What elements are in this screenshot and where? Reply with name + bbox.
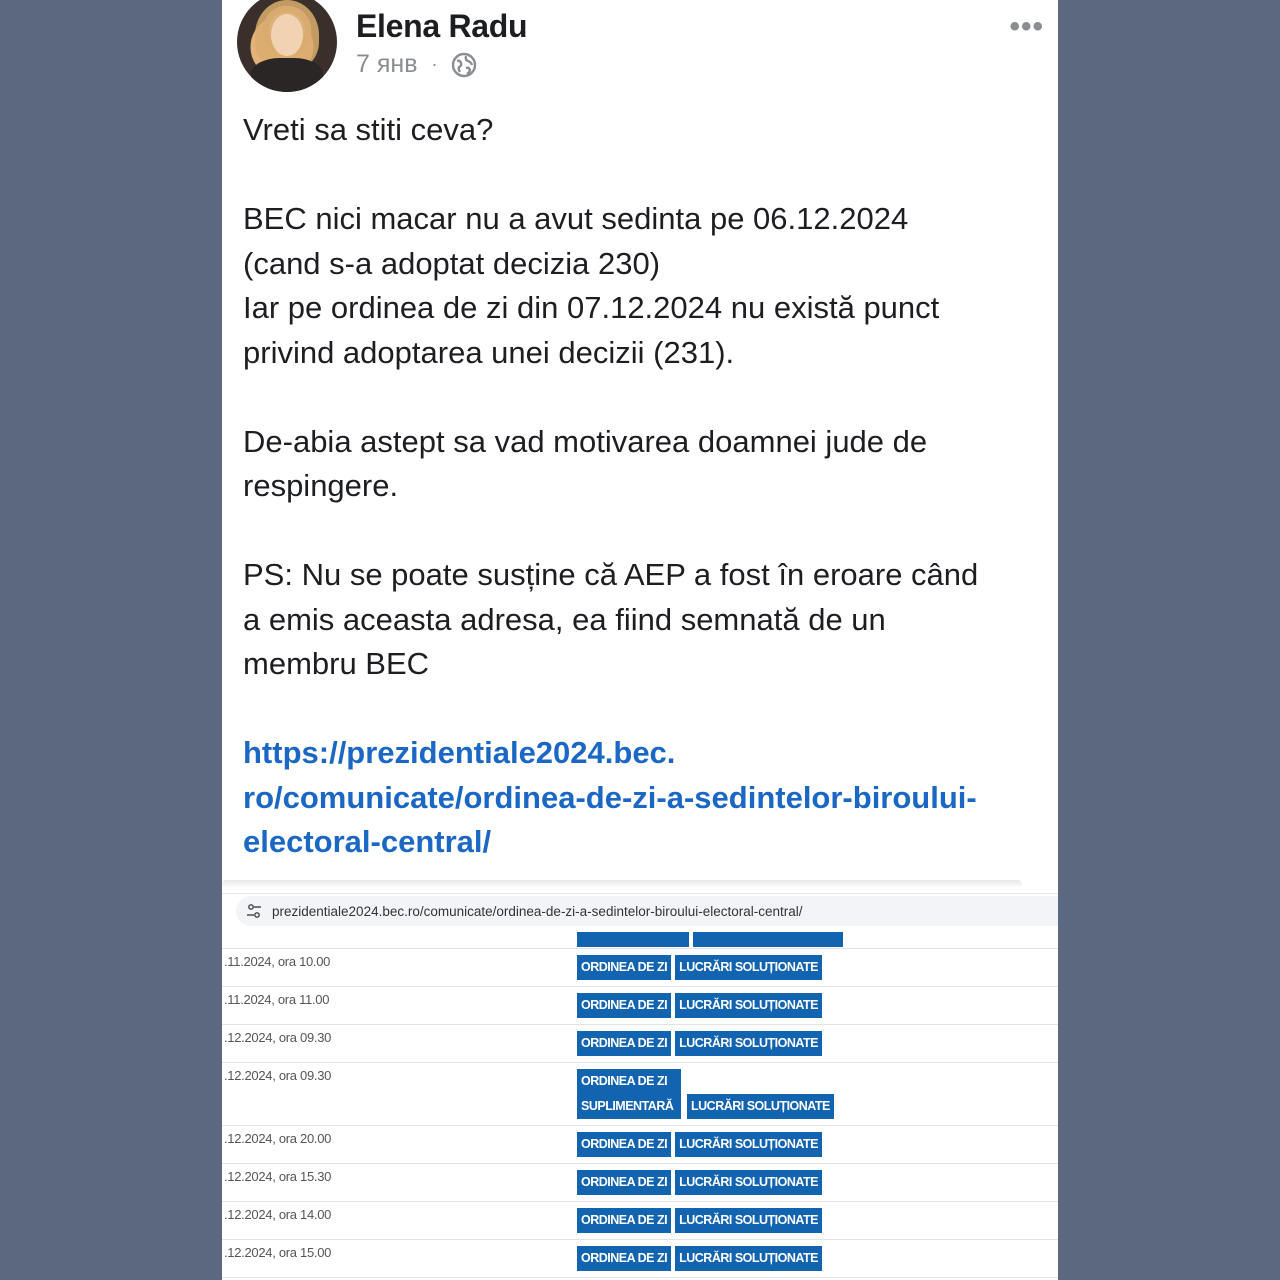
post-line: membru BEC xyxy=(243,646,430,681)
table-row: .12.2024, ora 09.30 ORDINEA DE ZI LUCRĂRI… xyxy=(222,1025,1058,1063)
avatar[interactable] xyxy=(237,0,337,92)
agenda-button[interactable]: ORDINEA DE ZI xyxy=(577,1170,672,1195)
session-date: .12.2024, ora 20.00 xyxy=(224,1131,332,1146)
more-options-icon[interactable]: ••• xyxy=(1009,10,1044,44)
browser-url-bar[interactable]: prezidentiale2024.bec.ro/comunicate/ordi… xyxy=(236,896,1058,926)
site-settings-icon xyxy=(247,904,261,918)
post-line: a emis aceasta adresa, ea fiind semnată … xyxy=(243,601,886,637)
resolved-button[interactable]: LUCRĂRI SOLUȚIONATE xyxy=(675,1208,822,1233)
resolved-button[interactable]: LUCRĂRI SOLUȚIONATE xyxy=(675,1170,822,1195)
agenda-button[interactable] xyxy=(577,932,689,947)
session-date: .12.2024, ora 14.00 xyxy=(224,1207,332,1222)
facebook-post-card: Elena Radu 7 янв · ••• Vreti sa stiti ce… xyxy=(222,0,1058,1280)
browser-url: prezidentiale2024.bec.ro/comunicate/ordi… xyxy=(272,903,803,919)
post-header: Elena Radu 7 янв · ••• xyxy=(222,0,1058,100)
session-date: .12.2024, ora 15.00 xyxy=(224,1245,332,1260)
agenda-button[interactable]: ORDINEA DE ZI xyxy=(577,1132,672,1157)
agenda-button[interactable]: ORDINEA DE ZI xyxy=(577,993,672,1018)
post-line: BEC nici macar nu a avut sedinta pe 06.1… xyxy=(243,201,909,236)
table-row: .12.2024, ora 15.30 ORDINEA DE ZI LUCRĂRI… xyxy=(222,1164,1058,1202)
avatar-body xyxy=(251,58,323,92)
attached-screenshot[interactable]: prezidentiale2024.bec.ro/comunicate/ordi… xyxy=(222,893,1058,1280)
agenda-button[interactable]: ORDINEA DE ZI xyxy=(577,955,672,980)
post-line: Iar pe ordinea de zi din 07.12.2024 nu e… xyxy=(243,290,940,325)
meta-separator: · xyxy=(431,54,438,74)
author-name[interactable]: Elena Radu xyxy=(356,8,528,45)
post-link[interactable]: https://prezidentiale2024.bec. xyxy=(243,731,1043,776)
table-row: .12.2024, ora 09.30 ORDINEA DE ZI SUPLIM… xyxy=(222,1063,1058,1126)
table-row xyxy=(222,932,1058,949)
post-line: (cand s-a adoptat decizia 230) xyxy=(243,245,661,281)
post-link[interactable]: ro/comunicate/ordinea-de-zi-a-sedintelor… xyxy=(243,776,1043,821)
globe-icon[interactable] xyxy=(451,52,477,78)
session-date: .12.2024, ora 15.30 xyxy=(224,1169,332,1184)
session-date: .11.2024, ora 11.00 xyxy=(224,992,330,1007)
post-body: Vreti sa stiti ceva? BEC nici macar nu a… xyxy=(243,108,1043,865)
resolved-button[interactable]: LUCRĂRI SOLUȚIONATE xyxy=(687,1094,834,1119)
resolved-button[interactable]: LUCRĂRI SOLUȚIONATE xyxy=(675,1132,822,1157)
table-row: .11.2024, ora 10.00 ORDINEA DE ZI LUCRĂRI… xyxy=(222,949,1058,987)
divider xyxy=(222,880,1022,888)
sessions-table: .11.2024, ora 10.00 ORDINEA DE ZI LUCRĂRI… xyxy=(222,932,1058,1278)
resolved-button[interactable]: LUCRĂRI SOLUȚIONATE xyxy=(675,1246,822,1271)
post-line: PS: Nu se poate susține că AEP a fost în… xyxy=(243,557,979,592)
table-row: .12.2024, ora 14.00 ORDINEA DE ZI LUCRĂRI… xyxy=(222,1202,1058,1240)
agenda-button[interactable]: ORDINEA DE ZI xyxy=(577,1031,672,1056)
post-meta: 7 янв · xyxy=(356,50,477,79)
avatar-face xyxy=(271,14,303,56)
resolved-button[interactable]: LUCRĂRI SOLUȚIONATE xyxy=(675,1031,822,1056)
supplementary-agenda-button[interactable]: ORDINEA DE ZI SUPLIMENTARĂ xyxy=(577,1069,681,1119)
post-link[interactable]: electoral-central/ xyxy=(243,820,1043,865)
resolved-button[interactable]: LUCRĂRI SOLUȚIONATE xyxy=(675,955,822,980)
resolved-button[interactable] xyxy=(693,932,843,947)
agenda-button[interactable]: ORDINEA DE ZI xyxy=(577,1208,672,1233)
session-date: .12.2024, ora 09.30 xyxy=(224,1030,332,1045)
resolved-button[interactable]: LUCRĂRI SOLUȚIONATE xyxy=(675,993,822,1018)
session-date: .12.2024, ora 09.30 xyxy=(224,1068,332,1083)
post-line: privind adoptarea unei decizii (231). xyxy=(243,334,735,370)
table-row: .12.2024, ora 20.00 ORDINEA DE ZI LUCRĂRI… xyxy=(222,1126,1058,1164)
table-row: .12.2024, ora 15.00 ORDINEA DE ZI LUCRĂRI… xyxy=(222,1240,1058,1278)
table-row: .11.2024, ora 11.00 ORDINEA DE ZI LUCRĂRI… xyxy=(222,987,1058,1025)
post-line: respingere. xyxy=(243,468,399,503)
session-date: .11.2024, ora 10.00 xyxy=(224,954,331,969)
post-line: De-abia astept sa vad motivarea doamnei … xyxy=(243,423,928,459)
post-paragraph: Vreti sa stiti ceva? xyxy=(243,112,494,147)
post-date[interactable]: 7 янв xyxy=(356,50,417,79)
agenda-button[interactable]: ORDINEA DE ZI xyxy=(577,1246,672,1271)
